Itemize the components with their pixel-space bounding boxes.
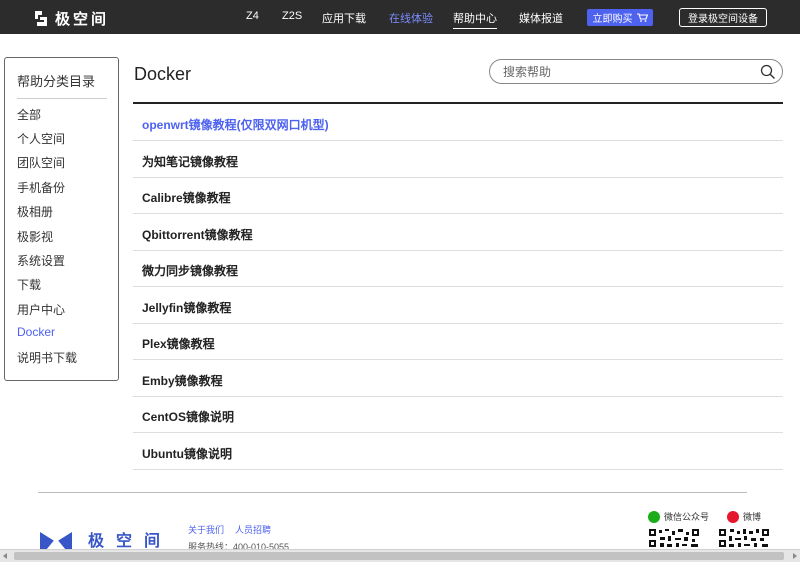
article-title: Calibre镜像教程 — [142, 191, 231, 205]
login-device-button[interactable]: 登录极空间设备 — [679, 8, 767, 27]
article-title: CentOS镜像说明 — [142, 410, 235, 424]
wechat-qr-code-icon — [648, 528, 700, 548]
help-category-sidebar: 帮助分类目录 全部 个人空间 团队空间 手机备份 极相册 极影视 系统设置 下载… — [4, 57, 119, 381]
nav-app-download[interactable]: 应用下载 — [322, 10, 366, 26]
weibo-label: 微博 — [743, 512, 762, 522]
weibo-icon — [727, 510, 739, 523]
article-title: Plex镜像教程 — [142, 337, 215, 351]
scroll-right-icon[interactable] — [793, 553, 797, 559]
nav-z2s[interactable]: Z2S — [282, 10, 302, 22]
article-title: Ubuntu镜像说明 — [142, 447, 232, 461]
search-box — [489, 59, 783, 84]
nav-z4[interactable]: Z4 — [246, 10, 259, 22]
article-calibre[interactable]: Calibre镜像教程 — [133, 177, 783, 214]
horizontal-scrollbar[interactable] — [0, 549, 800, 562]
logo-mark-icon — [33, 10, 49, 27]
search-input[interactable] — [503, 64, 753, 80]
wechat-icon — [648, 510, 660, 523]
nav-media-reports[interactable]: 媒体报道 — [519, 10, 563, 26]
article-title: 微力同步镜像教程 — [142, 264, 239, 278]
wechat-label-group: 微信公众号 — [648, 510, 709, 523]
footer-logo-text: 极空间 — [88, 533, 173, 550]
scroll-left-icon[interactable] — [3, 553, 7, 559]
weibo-label-group: 微博 — [727, 510, 761, 523]
footer-divider — [38, 492, 747, 493]
article-qbittorrent[interactable]: Qbittorrent镜像教程 — [133, 214, 783, 251]
sidebar-item-personal-space[interactable]: 个人空间 — [17, 130, 65, 147]
sidebar-item-manual-download[interactable]: 说明书下载 — [17, 349, 77, 366]
article-title: Qbittorrent镜像教程 — [142, 228, 253, 242]
buy-now-button[interactable]: 立即购买 — [587, 9, 653, 26]
search-icon[interactable] — [760, 64, 776, 80]
sidebar-item-all[interactable]: 全部 — [17, 106, 41, 123]
nav-help-center[interactable]: 帮助中心 — [453, 10, 497, 29]
article-title: Jellyfin镜像教程 — [142, 301, 232, 315]
article-wiz-note[interactable]: 为知笔记镜像教程 — [133, 141, 783, 178]
site-logo[interactable]: 极空间 — [33, 8, 109, 29]
buy-now-label: 立即购买 — [592, 14, 633, 25]
article-plex[interactable]: Plex镜像教程 — [133, 323, 783, 360]
footer-logo[interactable]: 极空间 — [40, 527, 172, 551]
logo-text: 极空间 — [55, 11, 110, 28]
sidebar-item-docker[interactable]: Docker — [17, 325, 55, 339]
sidebar-item-download[interactable]: 下载 — [17, 276, 41, 293]
article-emby[interactable]: Emby镜像教程 — [133, 360, 783, 397]
sidebar-title: 帮助分类目录 — [17, 71, 107, 99]
sidebar-item-user-center[interactable]: 用户中心 — [17, 301, 65, 318]
scrollbar-thumb[interactable] — [14, 552, 784, 560]
article-title: 为知笔记镜像教程 — [142, 155, 239, 169]
article-jellyfin[interactable]: Jellyfin镜像教程 — [133, 287, 783, 324]
wechat-label: 微信公众号 — [664, 512, 710, 522]
article-title: Emby镜像教程 — [142, 374, 223, 388]
nav-online-demo[interactable]: 在线体验 — [389, 10, 433, 26]
footer-link-careers[interactable]: 人员招聘 — [235, 523, 271, 536]
cart-icon — [636, 13, 648, 22]
article-title: openwrt镜像教程(仅限双网口机型) — [142, 118, 329, 132]
article-centos[interactable]: CentOS镜像说明 — [133, 396, 783, 433]
sidebar-item-video[interactable]: 极影视 — [17, 228, 53, 245]
sidebar-item-phone-backup[interactable]: 手机备份 — [17, 179, 65, 196]
article-verysync[interactable]: 微力同步镜像教程 — [133, 250, 783, 287]
top-navigation-bar: 极空间 Z4 Z2S 应用下载 在线体验 帮助中心 媒体报道 立即购买 登录极空… — [0, 0, 800, 34]
footer-link-about[interactable]: 关于我们 — [188, 523, 224, 536]
page-title: Docker — [134, 64, 192, 84]
sidebar-item-team-space[interactable]: 团队空间 — [17, 154, 65, 171]
sidebar-item-album[interactable]: 极相册 — [17, 203, 53, 220]
article-ubuntu[interactable]: Ubuntu镜像说明 — [133, 433, 783, 470]
footer-logo-mark-icon — [40, 532, 72, 550]
article-openwrt[interactable]: openwrt镜像教程(仅限双网口机型) — [133, 104, 783, 141]
weibo-qr-code-icon — [718, 528, 770, 548]
sidebar-item-system-settings[interactable]: 系统设置 — [17, 252, 65, 269]
